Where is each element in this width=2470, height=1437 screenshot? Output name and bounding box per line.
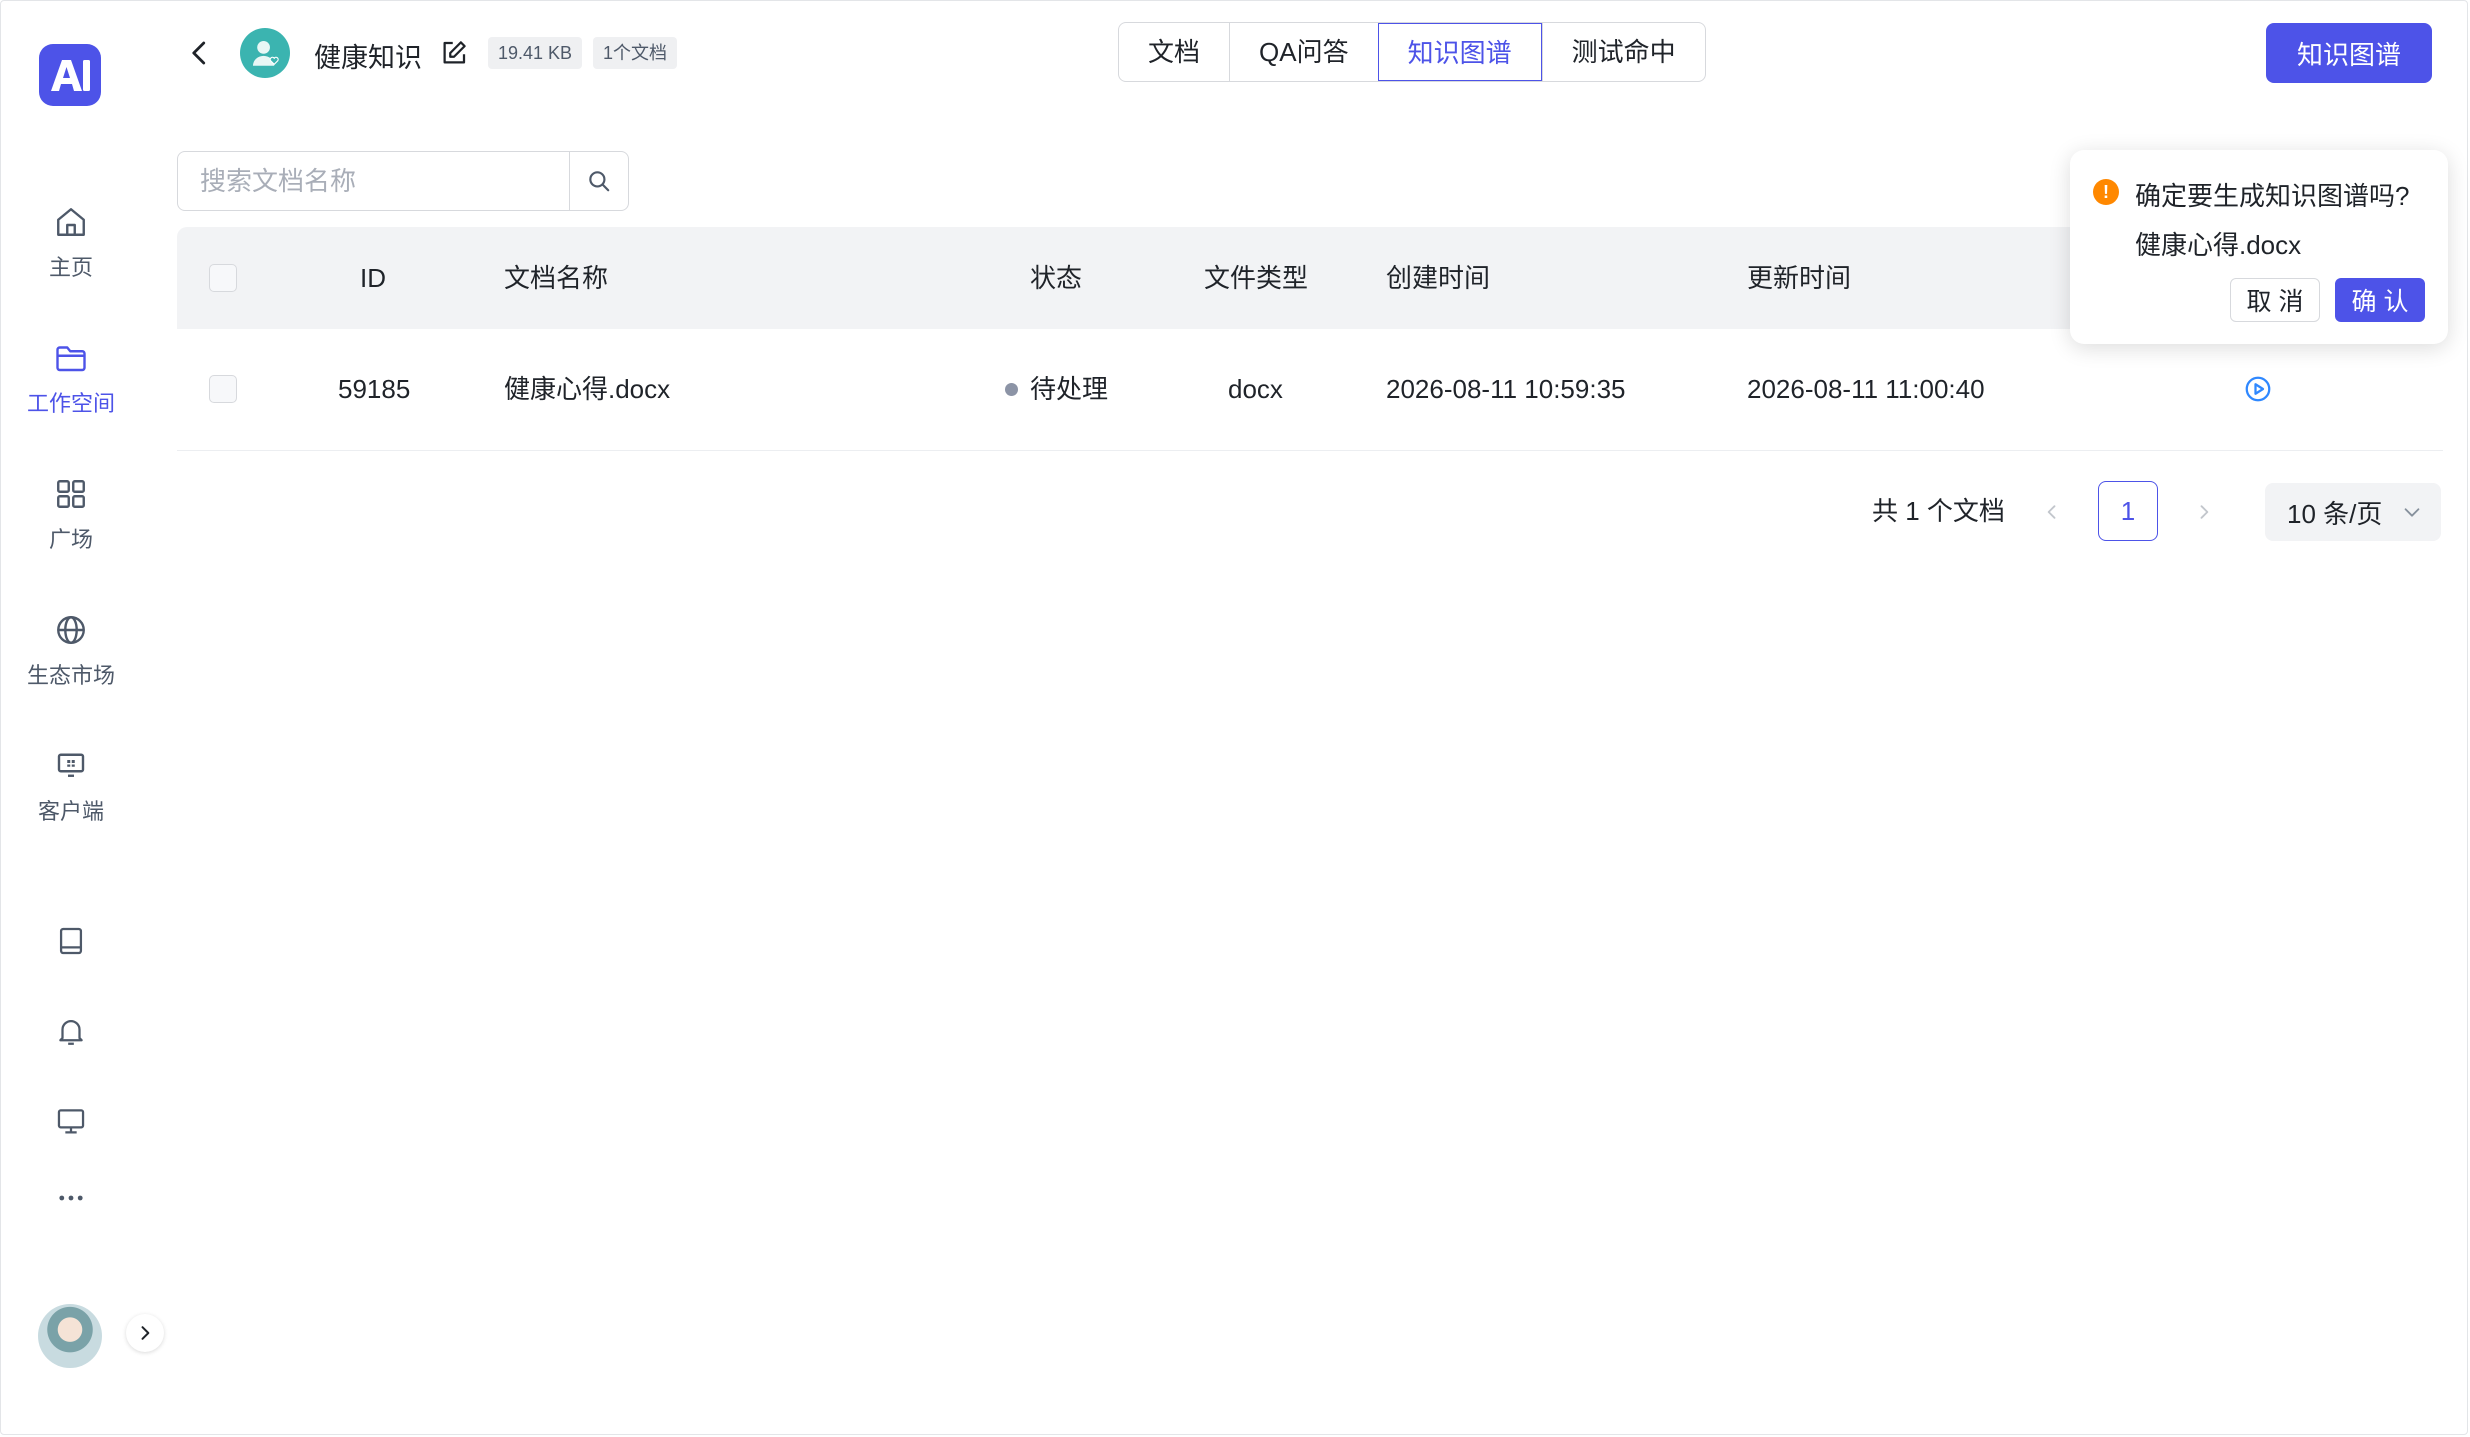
cancel-button[interactable]: 取 消 xyxy=(2230,278,2320,322)
view-tabs: 文档 QA问答 知识图谱 测试命中 xyxy=(1118,22,1706,82)
generate-graph-popconfirm: ! 确定要生成知识图谱吗? 健康心得.docx 取 消 确 认 xyxy=(2070,150,2448,344)
sidebar-item-home[interactable]: 主页 xyxy=(0,204,142,282)
logo-icon xyxy=(51,60,90,91)
sidebar-item-workspace[interactable]: 工作空间 xyxy=(0,340,142,418)
chevron-left-icon xyxy=(2047,505,2056,519)
prev-page-button[interactable] xyxy=(2034,494,2070,530)
doc-count-tag: 1个文档 xyxy=(593,37,678,69)
book-icon xyxy=(59,927,83,955)
popconfirm-title: 确定要生成知识图谱吗? xyxy=(2135,181,2410,211)
folder-icon xyxy=(56,346,86,372)
row-checkbox[interactable] xyxy=(209,375,237,403)
generate-graph-action[interactable] xyxy=(2243,374,2273,404)
more-icon xyxy=(59,1195,83,1201)
sidebar-item-label: 客户端 xyxy=(37,799,104,824)
size-tag: 19.41 KB xyxy=(488,37,583,69)
select-all-checkbox[interactable] xyxy=(209,264,237,292)
cell-updated-time: 2026-08-11 11:00:40 xyxy=(1747,374,1985,404)
sidebar: 主页 工作空间 广场 生态市场 客户端 xyxy=(0,0,142,1437)
knowledge-base-avatar xyxy=(240,28,290,78)
client-icon xyxy=(57,753,85,777)
page-size-value: 10 条/页 xyxy=(2287,498,2383,529)
sidebar-item-label: 工作空间 xyxy=(26,391,115,416)
back-button[interactable] xyxy=(180,33,220,73)
column-header-status: 状态 xyxy=(1030,263,1083,293)
search-button[interactable] xyxy=(569,152,628,210)
sidebar-item-label: 广场 xyxy=(48,527,93,552)
more-button[interactable] xyxy=(50,1177,92,1219)
cell-document-name[interactable]: 健康心得.docx xyxy=(504,329,670,450)
user-avatar[interactable] xyxy=(38,1304,102,1368)
knowledge-graph-button[interactable]: 知识图谱 xyxy=(2266,23,2432,83)
grid-icon xyxy=(57,480,85,508)
app-logo[interactable] xyxy=(39,44,101,106)
popconfirm-description: 健康心得.docx xyxy=(2135,230,2302,260)
home-icon xyxy=(57,208,85,236)
edit-icon xyxy=(443,41,466,64)
search-icon xyxy=(589,171,610,192)
tab-qa[interactable]: QA问答 xyxy=(1229,23,1378,81)
desktop-button[interactable] xyxy=(50,1100,92,1142)
chevron-right-icon xyxy=(2200,505,2209,519)
next-page-button[interactable] xyxy=(2186,494,2222,530)
column-header-created[interactable]: 创建时间 xyxy=(1386,227,1490,329)
docs-button[interactable] xyxy=(50,920,92,962)
chevron-right-icon xyxy=(141,1326,150,1340)
cell-id: 59185 xyxy=(338,374,411,404)
status-dot xyxy=(1005,382,1018,396)
column-header-file-type: 文件类型 xyxy=(1204,263,1309,293)
sidebar-item-label: 生态市场 xyxy=(26,663,115,688)
search-input[interactable] xyxy=(178,152,569,210)
chevron-down-icon xyxy=(2404,508,2420,517)
cell-file-type: docx xyxy=(1228,374,1283,404)
tab-knowledge-graph[interactable]: 知识图谱 xyxy=(1377,23,1542,81)
pagination-total: 共 1 个文档 xyxy=(1872,496,2005,526)
health-icon xyxy=(252,40,279,66)
confirm-button[interactable]: 确 认 xyxy=(2335,278,2425,322)
sidebar-item-square[interactable]: 广场 xyxy=(0,476,142,554)
column-header-name[interactable]: 文档名称 xyxy=(504,227,608,329)
column-header-id: ID xyxy=(360,263,386,293)
monitor-icon xyxy=(57,1109,85,1134)
table-row[interactable]: 59185 健康心得.docx 待处理 docx 2026-08-11 10:5… xyxy=(177,329,2443,451)
chevron-left-icon xyxy=(192,41,206,65)
sidebar-item-client[interactable]: 客户端 xyxy=(0,748,142,826)
sidebar-item-market[interactable]: 生态市场 xyxy=(0,612,142,690)
page-number-button[interactable]: 1 xyxy=(2098,481,2158,541)
bell-icon xyxy=(59,1020,83,1045)
tab-hit-test[interactable]: 测试命中 xyxy=(1541,23,1705,81)
tab-documents[interactable]: 文档 xyxy=(1119,23,1229,81)
page-size-select[interactable]: 10 条/页 xyxy=(2265,483,2441,541)
notifications-button[interactable] xyxy=(50,1010,92,1052)
cell-status: 待处理 xyxy=(1005,329,1108,450)
play-circle-icon xyxy=(2245,376,2271,402)
column-header-updated[interactable]: 更新时间 xyxy=(1747,227,1851,329)
expand-sidebar-button[interactable] xyxy=(126,1314,164,1352)
globe-icon xyxy=(57,616,85,644)
edit-title-button[interactable] xyxy=(437,36,471,70)
search-box xyxy=(177,151,629,211)
warning-icon: ! xyxy=(2093,179,2119,205)
knowledge-base-title: 健康知识 xyxy=(314,43,422,73)
sidebar-item-label: 主页 xyxy=(48,255,93,280)
cell-created-time: 2026-08-11 10:59:35 xyxy=(1386,374,1626,404)
status-label: 待处理 xyxy=(1030,374,1109,404)
